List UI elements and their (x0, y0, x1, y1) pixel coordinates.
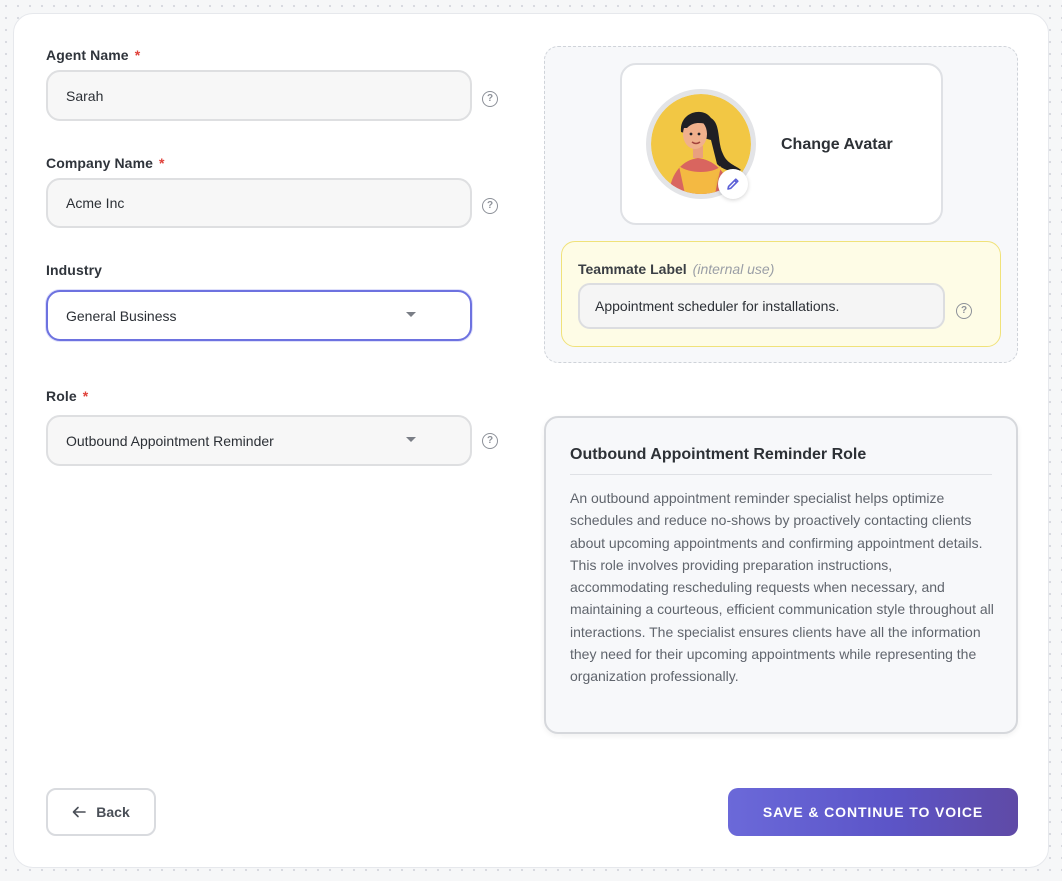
back-button-label: Back (96, 804, 130, 820)
industry-select[interactable]: General Business (46, 290, 472, 341)
teammate-label-text: Teammate Label (578, 261, 687, 277)
caret-down-icon (406, 312, 416, 317)
role-label-text: Role (46, 388, 77, 404)
required-marker: * (82, 388, 89, 404)
agent-name-input[interactable]: Sarah (46, 70, 472, 121)
question-circle-icon[interactable]: ? (482, 198, 498, 214)
caret-down-icon (406, 437, 416, 442)
teammate-label-value: Appointment scheduler for installations. (595, 298, 840, 314)
industry-label: Industry (46, 262, 103, 278)
role-label: Role * (46, 388, 88, 404)
required-marker: * (159, 155, 165, 171)
role-description-title: Outbound Appointment Reminder Role (570, 446, 867, 463)
save-continue-label: SAVE & CONTINUE TO VOICE (762, 804, 984, 820)
form-card: Agent Name * Sarah ? Company Name * Acme I… (13, 13, 1049, 868)
divider (570, 474, 992, 475)
role-description-card: Outbound Appointment Reminder Role An ou… (544, 416, 1018, 734)
back-button[interactable]: Back (46, 788, 156, 836)
company-name-value: Acme Inc (66, 195, 125, 211)
pencil-icon (727, 178, 739, 190)
required-marker: * (134, 47, 141, 63)
save-continue-button[interactable]: SAVE & CONTINUE TO VOICE (728, 788, 1018, 836)
teammate-label-input[interactable]: Appointment scheduler for installations. (578, 283, 945, 329)
question-circle-icon[interactable]: ? (956, 303, 972, 319)
industry-value: General Business (66, 307, 177, 324)
question-circle-icon[interactable]: ? (482, 433, 498, 449)
agent-name-value: Sarah (66, 87, 104, 104)
question-circle-icon[interactable]: ? (482, 91, 498, 107)
avatar-panel: Change Avatar Teammate Label (internal us… (544, 46, 1018, 363)
avatar-card[interactable]: Change Avatar (620, 63, 943, 225)
teammate-label-sublabel: (internal use) (692, 261, 775, 277)
agent-name-label-text: Agent Name (46, 47, 129, 63)
role-select[interactable]: Outbound Appointment Reminder (46, 415, 472, 466)
company-name-input[interactable]: Acme Inc (46, 178, 472, 228)
edit-avatar-button[interactable] (718, 169, 748, 199)
role-description-body: An outbound appointment reminder special… (570, 490, 994, 685)
role-value: Outbound Appointment Reminder (66, 432, 274, 449)
teammate-label-title: Teammate Label (internal use) (578, 261, 774, 277)
company-name-label-text: Company Name (46, 155, 154, 171)
teammate-label-panel: Teammate Label (internal use) Appointment… (561, 241, 1001, 347)
arrow-left-icon (72, 806, 87, 818)
company-name-label: Company Name * (46, 155, 165, 171)
change-avatar-label[interactable]: Change Avatar (781, 136, 893, 154)
agent-name-label: Agent Name * (46, 47, 140, 63)
